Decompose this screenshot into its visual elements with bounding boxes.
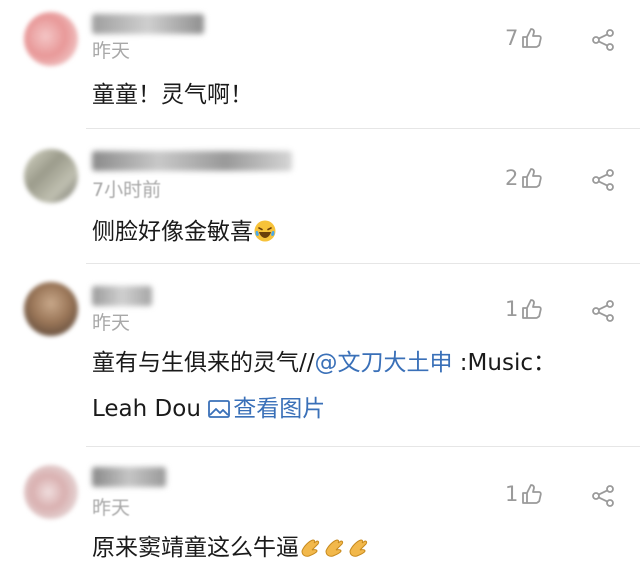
thumbs-up-icon — [522, 168, 543, 188]
like-button[interactable]: 1 — [505, 482, 544, 506]
share-icon[interactable] — [590, 28, 616, 52]
like-count: 1 — [505, 297, 519, 321]
thumbs-up-icon — [522, 484, 543, 504]
comment-time: 7小时前 — [92, 179, 162, 201]
like-count: 7 — [505, 26, 519, 50]
comment-text-body: 原来窦靖童这么牛逼 — [92, 535, 299, 561]
comment-time: 昨天 — [92, 40, 131, 62]
comment-text-body: 侧脸好像金敏喜 — [92, 219, 253, 245]
share-icon[interactable] — [590, 168, 616, 192]
like-button[interactable]: 2 — [505, 166, 544, 190]
clapping-hands-icon — [301, 539, 320, 557]
share-icon[interactable] — [590, 484, 616, 508]
comment-text-body: 童有与生俱来的灵气// — [92, 350, 315, 376]
username[interactable] — [92, 151, 292, 171]
username[interactable] — [92, 467, 166, 487]
like-count: 2 — [505, 166, 519, 190]
view-image-label: 查看图片 — [233, 396, 326, 422]
share-icon[interactable] — [590, 299, 616, 323]
avatar[interactable] — [24, 282, 78, 336]
avatar[interactable] — [24, 12, 78, 66]
comment-time: 昨天 — [92, 312, 131, 334]
clapping-hands-icon — [325, 539, 344, 557]
comment-item: 昨天 1 童有与生俱来的灵气//@文刀大土申 :Music： Leah Dou 查… — [0, 264, 640, 446]
comment-item: 昨天 1 原来窦靖童这么牛逼 — [0, 447, 640, 579]
like-button[interactable]: 7 — [505, 26, 544, 50]
like-button[interactable]: 1 — [505, 297, 544, 321]
comment-text: 原来窦靖童这么牛逼 — [92, 525, 620, 571]
comment-item: 7小时前 2 侧脸好像金敏喜 — [0, 129, 640, 263]
comment-text: 童有与生俱来的灵气//@文刀大土申 :Music： Leah Dou 查看图片 — [92, 340, 620, 432]
username[interactable] — [92, 286, 152, 306]
image-icon — [208, 400, 231, 418]
avatar[interactable] — [24, 149, 78, 203]
comment-text: 侧脸好像金敏喜 — [92, 209, 620, 255]
thumbs-up-icon — [522, 299, 543, 319]
comment-text: 童童！灵气啊！ — [92, 82, 253, 108]
comment-text-body: :Music： — [452, 350, 556, 376]
thumbs-up-icon — [522, 28, 543, 48]
laughing-crying-icon — [254, 220, 276, 242]
like-count: 1 — [505, 482, 519, 506]
view-image-link[interactable]: 查看图片 — [208, 396, 325, 422]
username[interactable] — [92, 14, 204, 34]
comment-text-body: Leah Dou — [92, 396, 209, 422]
comment-item: 昨天 7 童童！灵气啊！ — [0, 0, 640, 128]
user-mention-link[interactable]: @文刀大土申 — [315, 350, 453, 376]
comment-time: 昨天 — [92, 497, 131, 519]
clapping-hands-icon — [349, 539, 368, 557]
avatar[interactable] — [24, 465, 78, 519]
